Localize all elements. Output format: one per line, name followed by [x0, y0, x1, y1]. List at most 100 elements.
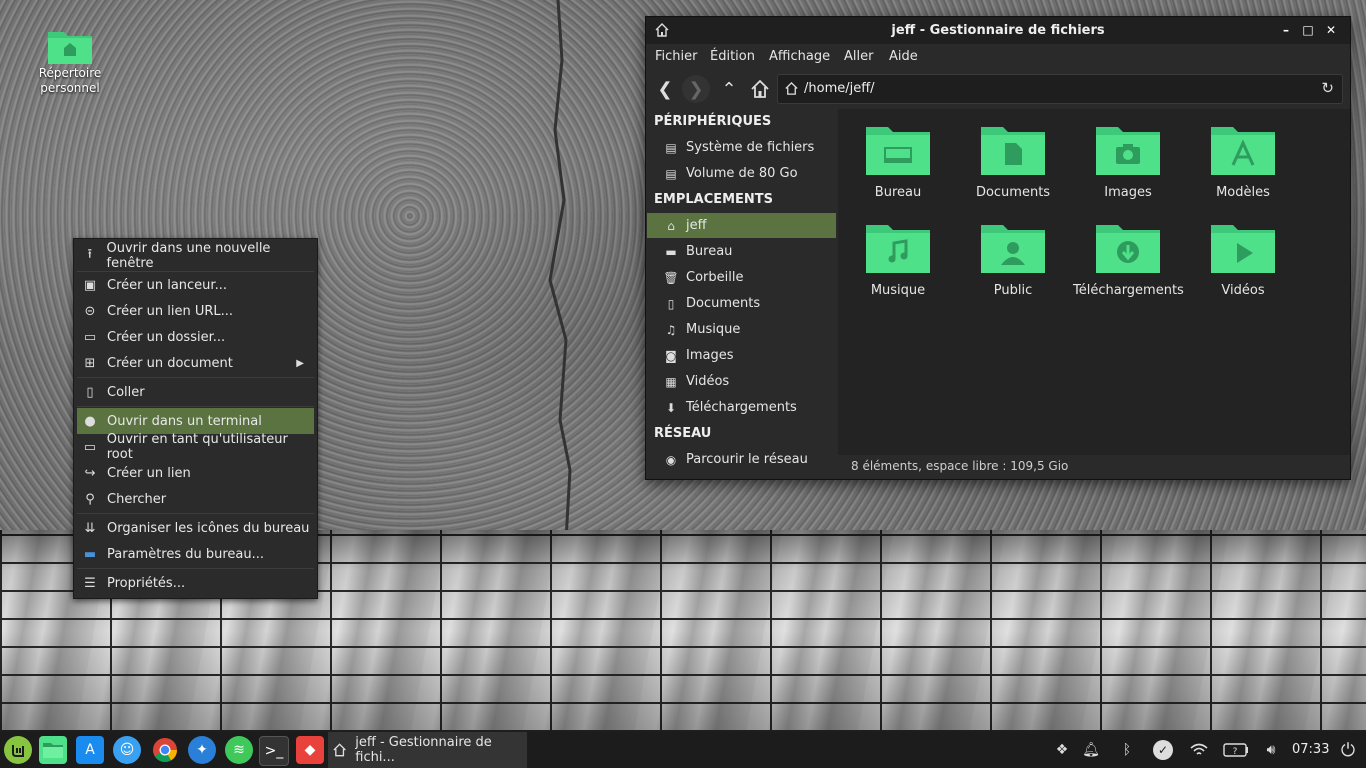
- menu-item-label: Organiser les icônes du bureau: [107, 520, 310, 536]
- bluetooth-icon[interactable]: ᛒ: [1117, 740, 1137, 760]
- volume-icon[interactable]: 🔊︎: [1261, 740, 1281, 760]
- sidebar-item-network[interactable]: ◉ Parcourir le réseau: [647, 447, 836, 472]
- menu-aide[interactable]: Aide: [889, 49, 918, 64]
- mint-menu-icon[interactable]: [4, 736, 32, 764]
- folder-modeles[interactable]: Modèles: [1188, 123, 1298, 215]
- menu-item-open-new-window[interactable]: ⭱ Ouvrir dans une nouvelle fenêtre: [77, 241, 314, 271]
- drive-icon: ▤: [665, 140, 677, 155]
- folder-documents[interactable]: Documents: [958, 123, 1068, 215]
- finder-icon[interactable]: ☺: [113, 736, 141, 764]
- sidebar-item-label: Parcourir le réseau: [686, 452, 808, 467]
- menu-item-create-link[interactable]: ↪ Créer un lien: [77, 460, 314, 486]
- bell-icon[interactable]: 🔔︎: [1081, 740, 1101, 760]
- up-button[interactable]: ⌃: [715, 75, 743, 103]
- folder-label: Public: [993, 283, 1033, 298]
- search-icon: ⚲: [85, 491, 95, 507]
- path-bar[interactable]: /home/jeff/ ↻: [777, 74, 1343, 104]
- document-icon: ▯: [667, 296, 675, 311]
- window-title: jeff - Gestionnaire de fichiers: [891, 23, 1105, 38]
- app-store-icon[interactable]: A: [76, 736, 104, 764]
- document-add-icon: ⊞: [84, 355, 96, 371]
- menu-item-create-url-link[interactable]: ⊝ Créer un lien URL...: [77, 298, 314, 324]
- path-text: /home/jeff/: [804, 81, 875, 96]
- sidebar-item-images[interactable]: ◙ Images: [647, 343, 836, 368]
- chrome-icon[interactable]: [151, 736, 179, 764]
- folder-label: Musique: [870, 283, 926, 298]
- sidebar-item-bureau[interactable]: ▬ Bureau: [647, 239, 836, 264]
- music-icon: ♫: [665, 322, 677, 337]
- desktop-settings-icon: ▬: [83, 546, 97, 562]
- back-button[interactable]: ❮: [651, 75, 679, 103]
- menu-item-properties[interactable]: ☰ Propriétés...: [77, 570, 314, 596]
- battery-icon[interactable]: ?: [1222, 740, 1250, 760]
- menu-item-label: Créer un lien: [107, 465, 191, 481]
- sidebar-item-volume[interactable]: ▤ Volume de 80 Go: [647, 161, 836, 186]
- spotify-icon[interactable]: ≋: [225, 736, 253, 764]
- menu-item-label: Créer un lien URL...: [107, 303, 234, 319]
- minimize-button[interactable]: –: [1278, 22, 1294, 38]
- menu-item-paste[interactable]: ▯ Coller: [77, 379, 314, 405]
- folder-videos[interactable]: Vidéos: [1188, 221, 1298, 313]
- sidebar-item-corbeille[interactable]: 🗑 Corbeille: [647, 265, 836, 290]
- sidebar-item-telechargements[interactable]: ⬇ Téléchargements: [647, 395, 836, 420]
- window-titlebar[interactable]: jeff - Gestionnaire de fichiers – □ ✕: [646, 17, 1350, 44]
- check-icon[interactable]: ✓: [1153, 740, 1173, 760]
- sidebar-item-documents[interactable]: ▯ Documents: [647, 291, 836, 316]
- folder-label: Images: [1104, 185, 1152, 200]
- folder-label: Vidéos: [1221, 283, 1265, 298]
- menu-affichage[interactable]: Affichage: [769, 49, 830, 64]
- menu-item-open-as-root[interactable]: ▭ Ouvrir en tant qu'utilisateur root: [77, 432, 314, 462]
- power-icon[interactable]: ⏻: [1338, 740, 1358, 761]
- sidebar-item-videos[interactable]: ▦ Vidéos: [647, 369, 836, 394]
- menu-item-create-launcher[interactable]: ▣ Créer un lanceur...: [77, 272, 314, 298]
- clock[interactable]: 07:33: [1292, 742, 1329, 757]
- home-button[interactable]: [746, 75, 774, 103]
- menu-aller[interactable]: Aller: [844, 49, 873, 64]
- close-button[interactable]: ✕: [1323, 22, 1339, 38]
- folder-bureau[interactable]: Bureau: [843, 123, 953, 215]
- safari-icon[interactable]: ✦: [188, 736, 216, 764]
- home-icon: [751, 79, 769, 98]
- menu-fichier[interactable]: Fichier: [655, 49, 698, 64]
- menu-item-create-folder[interactable]: ▭ Créer un dossier...: [77, 324, 314, 350]
- menubar: Fichier Édition Affichage Aller Aide: [646, 44, 1350, 70]
- task-file-manager[interactable]: jeff - Gestionnaire de fichi...: [328, 732, 527, 768]
- desktop-context-menu: ⭱ Ouvrir dans une nouvelle fenêtre ▣ Cré…: [73, 238, 318, 599]
- sidebar-item-label: Système de fichiers: [686, 140, 815, 155]
- maximize-button[interactable]: □: [1300, 22, 1316, 38]
- terminal-icon: ●: [84, 413, 96, 429]
- folder-label: Téléchargements: [1073, 283, 1184, 298]
- reload-icon[interactable]: ↻: [1321, 79, 1334, 97]
- folder-label: Bureau: [874, 185, 922, 200]
- file-manager-window: jeff - Gestionnaire de fichiers – □ ✕ Fi…: [645, 16, 1351, 480]
- menu-item-label: Chercher: [107, 491, 167, 507]
- wifi-icon[interactable]: [1189, 740, 1209, 760]
- chevron-left-icon: ❮: [657, 78, 673, 100]
- camera-icon: ◙: [665, 348, 677, 363]
- forward-button[interactable]: ❯: [682, 75, 710, 103]
- sidebar-item-label: Bureau: [686, 244, 733, 259]
- menu-item-label: Ouvrir en tant qu'utilisateur root: [106, 432, 288, 462]
- sidebar-item-filesystem[interactable]: ▤ Système de fichiers: [647, 135, 836, 160]
- taskbar: A ☺ ✦ ≋ >_ ◆ jeff - Gestionnaire de fich…: [0, 732, 1366, 768]
- sidebar-item-jeff[interactable]: ⌂ jeff: [647, 213, 836, 238]
- git-icon[interactable]: ◆: [296, 736, 324, 764]
- sidebar-item-musique[interactable]: ♫ Musique: [647, 317, 836, 342]
- menu-item-desktop-settings[interactable]: ▬ Paramètres du bureau...: [77, 541, 314, 567]
- terminal-icon[interactable]: >_: [259, 736, 289, 766]
- folder-root-icon: ▭: [83, 439, 97, 455]
- menu-item-search[interactable]: ⚲ Chercher: [77, 486, 314, 512]
- dropbox-icon[interactable]: ❖: [1052, 740, 1072, 760]
- desktop-home-icon[interactable]: Répertoire personnel: [30, 26, 110, 96]
- folder-public[interactable]: Public: [958, 221, 1068, 313]
- folder-telechargements[interactable]: Téléchargements: [1073, 221, 1184, 313]
- sidebar: PÉRIPHÉRIQUES ▤ Système de fichiers ▤ Vo…: [646, 109, 837, 479]
- folder-musique[interactable]: Musique: [843, 221, 953, 313]
- folder-images[interactable]: Images: [1073, 123, 1183, 215]
- files-icon[interactable]: [39, 736, 67, 764]
- menu-item-open-terminal[interactable]: ● Ouvrir dans un terminal: [77, 408, 314, 434]
- menu-edition[interactable]: Édition: [710, 49, 755, 64]
- menu-item-arrange-icons[interactable]: ⇊ Organiser les icônes du bureau: [77, 515, 314, 541]
- folder-label: Documents: [975, 185, 1051, 200]
- menu-item-create-document[interactable]: ⊞ Créer un document ▶: [77, 350, 314, 376]
